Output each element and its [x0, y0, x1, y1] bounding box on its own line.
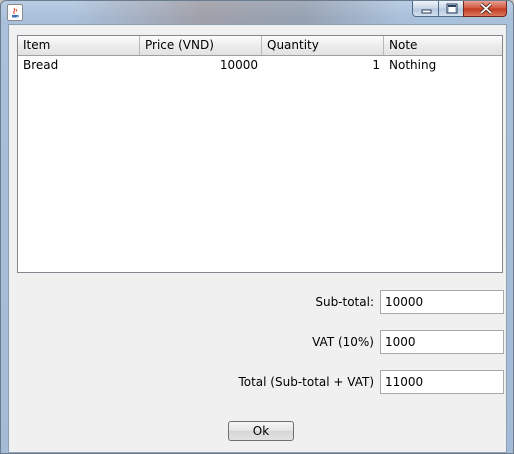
- subtotal-field[interactable]: [380, 290, 504, 314]
- subtotal-label: Sub-total:: [315, 295, 374, 309]
- java-coffee-cup-icon[interactable]: [7, 4, 23, 21]
- dialog-content: Item Price (VND) Quantity Note Bread 100…: [8, 24, 507, 453]
- column-header-quantity[interactable]: Quantity: [262, 36, 384, 55]
- column-header-item[interactable]: Item: [18, 36, 140, 55]
- items-table[interactable]: Item Price (VND) Quantity Note Bread 100…: [17, 35, 503, 273]
- title-bar-backdrop: [71, 1, 401, 24]
- maximize-button[interactable]: [438, 1, 464, 17]
- maximize-icon: [446, 3, 458, 14]
- cell-price: 10000: [219, 58, 258, 72]
- vat-label: VAT (10%): [312, 335, 374, 349]
- total-label: Total (Sub-total + VAT): [238, 375, 374, 389]
- cell-quantity: 1: [372, 58, 380, 72]
- table-header: Item Price (VND) Quantity Note: [18, 36, 502, 56]
- column-header-note[interactable]: Note: [384, 36, 502, 55]
- column-header-price[interactable]: Price (VND): [140, 36, 262, 55]
- ok-button[interactable]: Ok: [228, 421, 294, 441]
- close-button[interactable]: [463, 1, 507, 17]
- minimize-button[interactable]: [412, 1, 439, 17]
- cell-item: Bread: [23, 58, 59, 72]
- dialog-window: Item Price (VND) Quantity Note Bread 100…: [0, 0, 514, 454]
- title-bar[interactable]: [1, 1, 513, 24]
- total-field[interactable]: [380, 370, 504, 394]
- close-icon: [479, 2, 493, 15]
- minimize-icon: [421, 9, 432, 14]
- cell-note: Nothing: [389, 58, 437, 72]
- table-row[interactable]: Bread 10000 1 Nothing: [18, 56, 502, 74]
- vat-field[interactable]: [380, 330, 504, 354]
